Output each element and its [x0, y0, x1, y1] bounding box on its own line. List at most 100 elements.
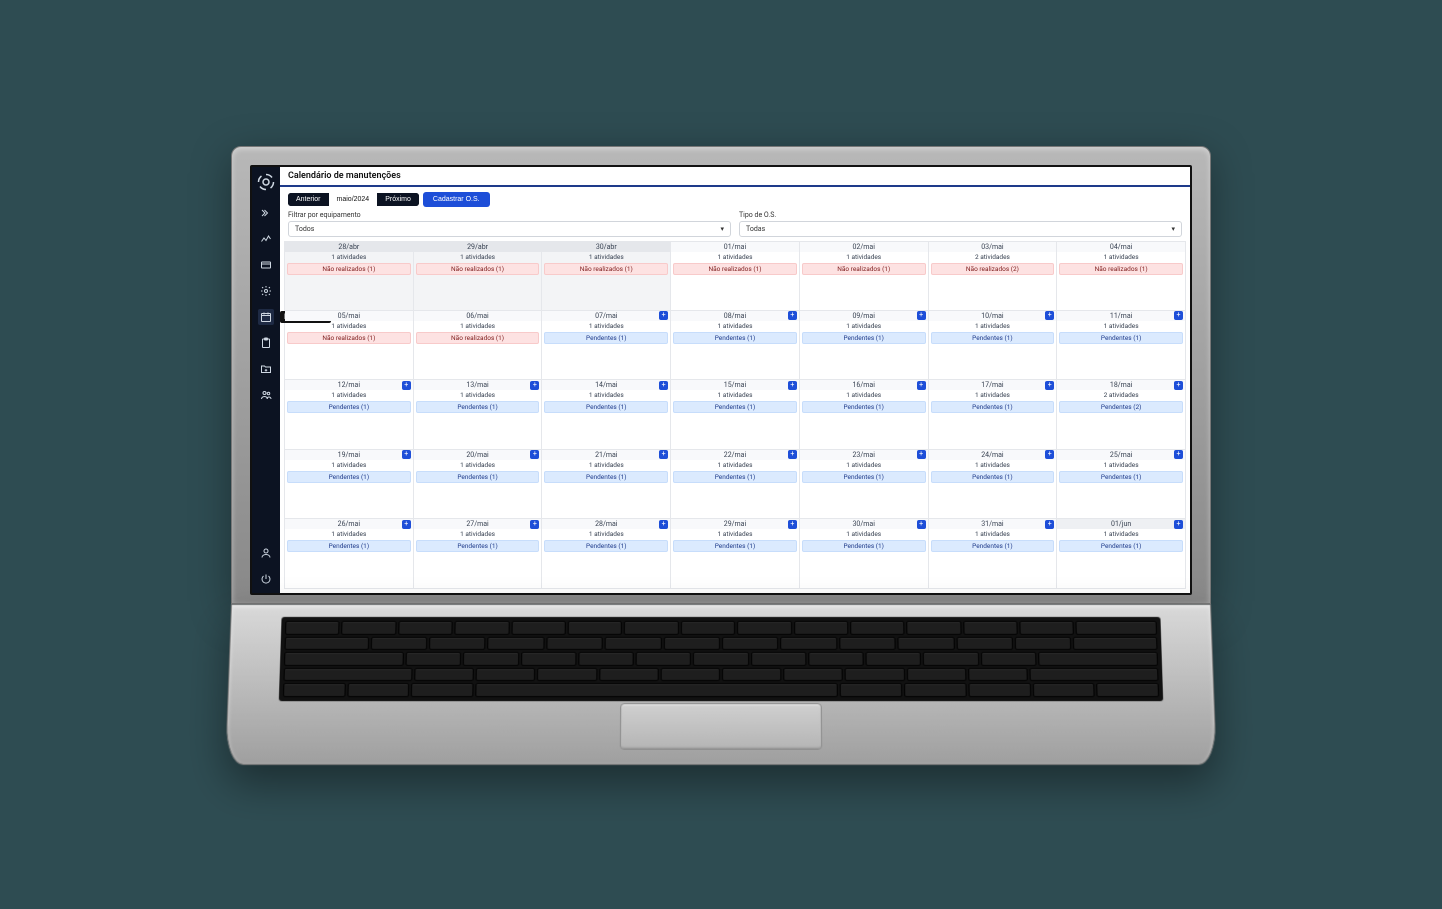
status-badge-pendentes[interactable]: Pendentes (1): [802, 401, 926, 413]
add-os-button[interactable]: +: [659, 450, 668, 459]
calendar-cell[interactable]: 02/mai1 atividadesNão realizados (1): [800, 242, 929, 311]
status-badge-pendentes[interactable]: Pendentes (1): [544, 332, 668, 344]
calendar-cell[interactable]: 28/abr1 atividadesNão realizados (1): [285, 242, 414, 311]
calendar-cell[interactable]: 28/mai+1 atividadesPendentes (1): [542, 519, 671, 588]
add-os-button[interactable]: +: [788, 450, 797, 459]
calendar-cell[interactable]: 22/mai+1 atividadesPendentes (1): [671, 450, 800, 519]
calendar-cell[interactable]: 06/mai1 atividadesNão realizados (1): [414, 311, 543, 380]
add-os-button[interactable]: +: [788, 520, 797, 529]
add-os-button[interactable]: +: [530, 450, 539, 459]
status-badge-pendentes[interactable]: Pendentes (1): [544, 540, 668, 552]
filter-equipment-select[interactable]: Todos ▾: [288, 221, 731, 237]
month-button[interactable]: maio/2024: [329, 193, 378, 206]
status-badge-pendentes[interactable]: Pendentes (1): [416, 540, 540, 552]
users-icon[interactable]: [258, 387, 274, 403]
filter-os-type-select[interactable]: Todas ▾: [739, 221, 1182, 237]
status-badge-pendentes[interactable]: Pendentes (1): [673, 471, 797, 483]
calendar-cell[interactable]: 12/mai+1 atividadesPendentes (1): [285, 380, 414, 449]
status-badge-pendentes[interactable]: Pendentes (1): [931, 332, 1055, 344]
calendar-cell[interactable]: 23/mai+1 atividadesPendentes (1): [800, 450, 929, 519]
status-badge-pendentes[interactable]: Pendentes (1): [544, 401, 668, 413]
dashboard-icon[interactable]: [258, 231, 274, 247]
status-badge-nao-realizados[interactable]: Não realizados (1): [416, 332, 540, 344]
add-os-button[interactable]: +: [1174, 381, 1183, 390]
calendar-cell[interactable]: 25/mai+1 atividadesPendentes (1): [1057, 450, 1186, 519]
add-os-button[interactable]: +: [788, 311, 797, 320]
profile-icon[interactable]: [258, 545, 274, 561]
calendar-cell[interactable]: 19/mai+1 atividadesPendentes (1): [285, 450, 414, 519]
status-badge-nao-realizados[interactable]: Não realizados (1): [802, 263, 926, 275]
add-os-button[interactable]: +: [659, 311, 668, 320]
add-os-button[interactable]: +: [659, 520, 668, 529]
calendar-cell[interactable]: 07/mai+1 atividadesPendentes (1): [542, 311, 671, 380]
clipboard-icon[interactable]: [258, 335, 274, 351]
add-os-button[interactable]: +: [1174, 450, 1183, 459]
status-badge-pendentes[interactable]: Pendentes (1): [673, 540, 797, 552]
status-badge-pendentes[interactable]: Pendentes (1): [931, 540, 1055, 552]
status-badge-pendentes[interactable]: Pendentes (1): [1059, 332, 1183, 344]
status-badge-nao-realizados[interactable]: Não realizados (1): [1059, 263, 1183, 275]
add-os-button[interactable]: +: [788, 381, 797, 390]
status-badge-pendentes[interactable]: Pendentes (1): [802, 471, 926, 483]
status-badge-pendentes[interactable]: Pendentes (1): [1059, 540, 1183, 552]
calendar-cell[interactable]: 11/mai+1 atividadesPendentes (1): [1057, 311, 1186, 380]
add-os-button[interactable]: +: [402, 450, 411, 459]
status-badge-pendentes[interactable]: Pendentes (1): [1059, 471, 1183, 483]
calendar-icon[interactable]: Manutenções: [258, 309, 274, 325]
calendar-cell[interactable]: 15/mai+1 atividadesPendentes (1): [671, 380, 800, 449]
status-badge-nao-realizados[interactable]: Não realizados (1): [544, 263, 668, 275]
calendar-cell[interactable]: 03/mai2 atividadesNão realizados (2): [929, 242, 1058, 311]
status-badge-pendentes[interactable]: Pendentes (1): [931, 401, 1055, 413]
calendar-cell[interactable]: 08/mai+1 atividadesPendentes (1): [671, 311, 800, 380]
add-os-button[interactable]: +: [917, 450, 926, 459]
status-badge-pendentes[interactable]: Pendentes (1): [416, 401, 540, 413]
equipment-icon[interactable]: [258, 257, 274, 273]
calendar-cell[interactable]: 14/mai+1 atividadesPendentes (1): [542, 380, 671, 449]
status-badge-pendentes[interactable]: Pendentes (1): [802, 540, 926, 552]
status-badge-pendentes[interactable]: Pendentes (1): [287, 401, 411, 413]
power-icon[interactable]: [258, 571, 274, 587]
status-badge-nao-realizados[interactable]: Não realizados (1): [287, 263, 411, 275]
calendar-cell[interactable]: 29/abr1 atividadesNão realizados (1): [414, 242, 543, 311]
status-badge-pendentes[interactable]: Pendentes (1): [287, 471, 411, 483]
calendar-cell[interactable]: 10/mai+1 atividadesPendentes (1): [929, 311, 1058, 380]
calendar-cell[interactable]: 21/mai+1 atividadesPendentes (1): [542, 450, 671, 519]
calendar-cell[interactable]: 01/mai1 atividadesNão realizados (1): [671, 242, 800, 311]
add-os-button[interactable]: +: [1045, 520, 1054, 529]
status-badge-pendentes[interactable]: Pendentes (1): [544, 471, 668, 483]
calendar-cell[interactable]: 18/mai+2 atividadesPendentes (2): [1057, 380, 1186, 449]
calendar-cell[interactable]: 13/mai+1 atividadesPendentes (1): [414, 380, 543, 449]
calendar-cell[interactable]: 09/mai+1 atividadesPendentes (1): [800, 311, 929, 380]
calendar-cell[interactable]: 04/mai1 atividadesNão realizados (1): [1057, 242, 1186, 311]
add-os-button[interactable]: +: [1174, 520, 1183, 529]
gear-icon[interactable]: [258, 283, 274, 299]
expand-icon[interactable]: [258, 205, 274, 221]
status-badge-pendentes[interactable]: Pendentes (1): [931, 471, 1055, 483]
status-badge-pendentes[interactable]: Pendentes (2): [1059, 401, 1183, 413]
prev-button[interactable]: Anterior: [288, 193, 329, 206]
create-os-button[interactable]: Cadastrar O.S.: [423, 192, 490, 207]
add-os-button[interactable]: +: [1045, 450, 1054, 459]
calendar-cell[interactable]: 30/abr1 atividadesNão realizados (1): [542, 242, 671, 311]
status-badge-pendentes[interactable]: Pendentes (1): [287, 540, 411, 552]
add-os-button[interactable]: +: [917, 311, 926, 320]
add-os-button[interactable]: +: [530, 520, 539, 529]
calendar-cell[interactable]: 20/mai+1 atividadesPendentes (1): [414, 450, 543, 519]
calendar-cell[interactable]: 16/mai+1 atividadesPendentes (1): [800, 380, 929, 449]
calendar-cell[interactable]: 27/mai+1 atividadesPendentes (1): [414, 519, 543, 588]
add-os-button[interactable]: +: [402, 520, 411, 529]
calendar-cell[interactable]: 30/mai+1 atividadesPendentes (1): [800, 519, 929, 588]
status-badge-pendentes[interactable]: Pendentes (1): [416, 471, 540, 483]
status-badge-nao-realizados[interactable]: Não realizados (1): [416, 263, 540, 275]
add-os-button[interactable]: +: [917, 520, 926, 529]
status-badge-pendentes[interactable]: Pendentes (1): [673, 401, 797, 413]
calendar-cell[interactable]: 01/jun+1 atividadesPendentes (1): [1057, 519, 1186, 588]
add-os-button[interactable]: +: [1045, 381, 1054, 390]
next-button[interactable]: Próximo: [377, 193, 419, 206]
folder-add-icon[interactable]: [258, 361, 274, 377]
calendar-cell[interactable]: 26/mai+1 atividadesPendentes (1): [285, 519, 414, 588]
status-badge-nao-realizados[interactable]: Não realizados (1): [287, 332, 411, 344]
calendar-cell[interactable]: 24/mai+1 atividadesPendentes (1): [929, 450, 1058, 519]
add-os-button[interactable]: +: [1174, 311, 1183, 320]
add-os-button[interactable]: +: [530, 381, 539, 390]
